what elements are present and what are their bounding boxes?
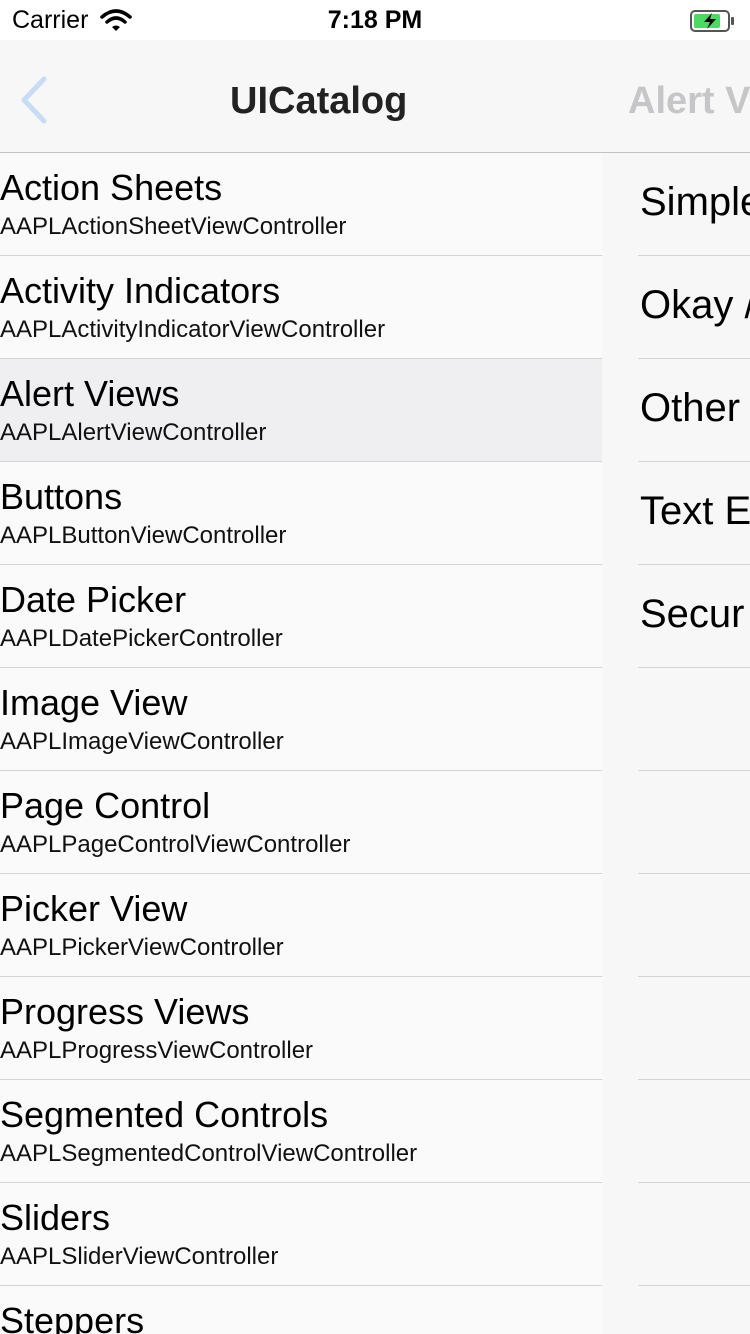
list-item-subtitle: AAPLSegmentedControlViewController bbox=[0, 1140, 418, 1167]
list-item-title: Activity Indicators bbox=[0, 270, 281, 311]
list-item-subtitle: AAPLPickerViewController bbox=[0, 934, 284, 961]
list-item-subtitle: AAPLAlertViewController bbox=[0, 419, 267, 446]
list-item-subtitle: AAPLProgressViewController bbox=[0, 1037, 314, 1064]
list-item-subtitle: AAPLImageViewController bbox=[0, 728, 284, 755]
status-bar: Carrier 7:18 PM bbox=[0, 0, 750, 40]
list-item-title: Action Sheets bbox=[0, 167, 223, 208]
list-item[interactable]: Buttons AAPLButtonViewController bbox=[0, 462, 602, 565]
list-item[interactable]: Sliders AAPLSliderViewController bbox=[0, 1183, 602, 1286]
detail-row[interactable]: Other bbox=[602, 359, 750, 462]
detail-row[interactable] bbox=[602, 668, 750, 771]
list-item-title: Image View bbox=[0, 682, 188, 723]
list-item-title: Date Picker bbox=[0, 579, 187, 620]
list-item-title: Page Control bbox=[0, 785, 211, 826]
list-item-title: Steppers bbox=[0, 1300, 145, 1334]
list-item-title: Alert Views bbox=[0, 373, 180, 414]
list-item-title: Progress Views bbox=[0, 991, 250, 1032]
list-item[interactable]: Date Picker AAPLDatePickerController bbox=[0, 565, 602, 668]
catalog-list: Action Sheets AAPLActionSheetViewControll… bbox=[0, 153, 602, 1334]
list-item[interactable]: Action Sheets AAPLActionSheetViewControll… bbox=[0, 153, 602, 256]
list-item[interactable]: Steppers bbox=[0, 1286, 602, 1334]
chevron-left-icon[interactable] bbox=[16, 75, 52, 130]
list-item-subtitle: AAPLButtonViewController bbox=[0, 522, 287, 549]
detail-row-label: Simple bbox=[640, 180, 750, 224]
detail-row[interactable]: Okay / bbox=[602, 256, 750, 359]
list-item[interactable]: Alert Views AAPLAlertViewController bbox=[0, 359, 602, 462]
clock-time: 7:18 PM bbox=[327, 6, 423, 34]
detail-row-label: Text E bbox=[640, 489, 750, 533]
list-item-subtitle: AAPLDatePickerController bbox=[0, 625, 283, 652]
list-item-title: Segmented Controls bbox=[0, 1094, 329, 1135]
alert-options-list: Simple Okay / Other Text E Secur bbox=[602, 153, 750, 1334]
detail-row[interactable] bbox=[602, 1183, 750, 1286]
list-item[interactable]: Image View AAPLImageViewController bbox=[0, 668, 602, 771]
navigation-bar: UICatalog Alert V bbox=[0, 40, 750, 154]
detail-row[interactable] bbox=[602, 1080, 750, 1183]
detail-row-label: Secur bbox=[640, 592, 745, 636]
list-item[interactable]: Page Control AAPLPageControlViewControlle… bbox=[0, 771, 602, 874]
detail-row[interactable] bbox=[602, 771, 750, 874]
detail-row[interactable]: Text E bbox=[602, 462, 750, 565]
detail-row[interactable] bbox=[602, 977, 750, 1080]
list-item-subtitle: AAPLActivityIndicatorViewController bbox=[0, 316, 386, 343]
list-item[interactable]: Activity Indicators AAPLActivityIndicator… bbox=[0, 256, 602, 359]
list-item-subtitle: AAPLPageControlViewController bbox=[0, 831, 351, 858]
page-title: UICatalog bbox=[230, 80, 408, 122]
detail-row[interactable]: Secur bbox=[602, 565, 750, 668]
list-item-subtitle: AAPLSliderViewController bbox=[0, 1243, 279, 1270]
detail-row[interactable]: Simple bbox=[602, 153, 750, 256]
detail-row[interactable] bbox=[602, 1286, 750, 1334]
detail-row-label: Okay / bbox=[640, 283, 750, 327]
list-item-title: Sliders bbox=[0, 1197, 111, 1238]
next-page-title: Alert V bbox=[628, 80, 750, 122]
detail-row[interactable] bbox=[602, 874, 750, 977]
list-item-subtitle: AAPLActionSheetViewController bbox=[0, 213, 347, 240]
list-item[interactable]: Segmented Controls AAPLSegmentedControlVi… bbox=[0, 1080, 602, 1183]
list-item-title: Buttons bbox=[0, 476, 123, 517]
list-item[interactable]: Picker View AAPLPickerViewController bbox=[0, 874, 602, 977]
list-item-title: Picker View bbox=[0, 888, 188, 929]
detail-row-label: Other bbox=[640, 386, 741, 430]
list-item[interactable]: Progress Views AAPLProgressViewController bbox=[0, 977, 602, 1080]
battery-charging-icon bbox=[690, 10, 736, 37]
